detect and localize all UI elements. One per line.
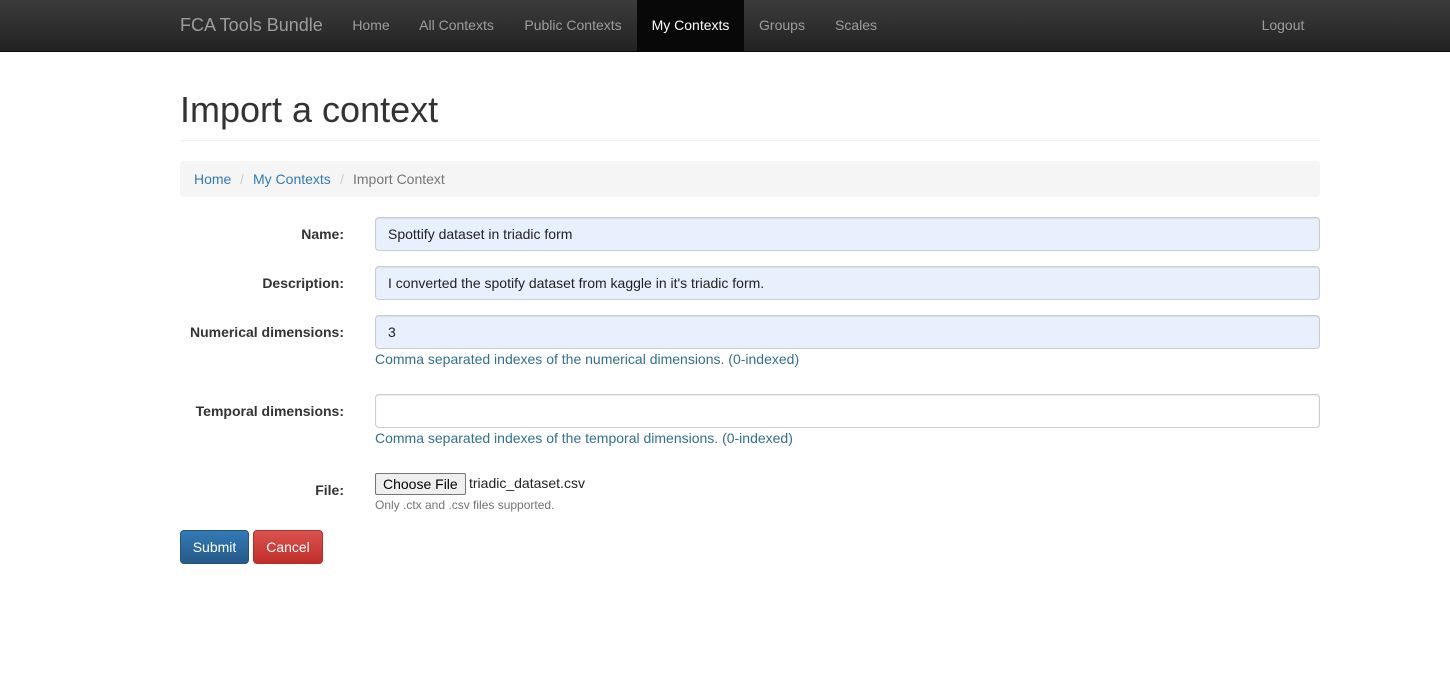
breadcrumb-current: Import Context [353, 171, 445, 187]
nav-item-my-contexts[interactable]: My Contexts [637, 0, 744, 51]
description-input[interactable] [375, 266, 1320, 300]
selected-file-name: triadic_dataset.csv [469, 475, 585, 491]
temporal-dimensions-input[interactable] [375, 394, 1320, 428]
nav-item-public-contexts[interactable]: Public Contexts [509, 0, 637, 51]
file-label: File: [315, 482, 344, 498]
breadcrumb-separator: / [340, 171, 344, 187]
page-title: Import a context [180, 89, 439, 130]
navbar-brand[interactable]: FCA Tools Bundle [180, 0, 323, 51]
nav-item-groups[interactable]: Groups [744, 0, 820, 51]
name-label: Name: [301, 226, 344, 242]
nav-item-scales[interactable]: Scales [820, 0, 892, 51]
nav-item-logout[interactable]: Logout [1247, 0, 1319, 51]
temporal-dimensions-help: Comma separated indexes of the temporal … [375, 430, 793, 446]
choose-file-button[interactable]: Choose File [375, 473, 466, 495]
temporal-dimensions-label: Temporal dimensions: [195, 403, 344, 419]
breadcrumb: Home / My Contexts / Import Context [180, 161, 1320, 197]
numerical-dimensions-help: Comma separated indexes of the numerical… [375, 351, 800, 367]
cancel-button[interactable]: Cancel [253, 530, 323, 564]
breadcrumb-my-contexts[interactable]: My Contexts [253, 161, 331, 197]
top-navbar: FCA Tools Bundle Home All Contexts Publi… [0, 0, 1450, 52]
name-input[interactable] [375, 217, 1320, 251]
file-help: Only .ctx and .csv files supported. [375, 498, 555, 512]
nav-item-all-contexts[interactable]: All Contexts [404, 0, 509, 51]
submit-button[interactable]: Submit [180, 530, 249, 564]
nav-item-home[interactable]: Home [338, 0, 404, 51]
breadcrumb-separator: / [240, 171, 244, 187]
breadcrumb-home[interactable]: Home [194, 161, 231, 197]
numerical-dimensions-label: Numerical dimensions: [189, 324, 344, 340]
header-divider [180, 140, 1320, 141]
description-label: Description: [262, 275, 344, 291]
numerical-dimensions-input[interactable] [375, 315, 1320, 349]
